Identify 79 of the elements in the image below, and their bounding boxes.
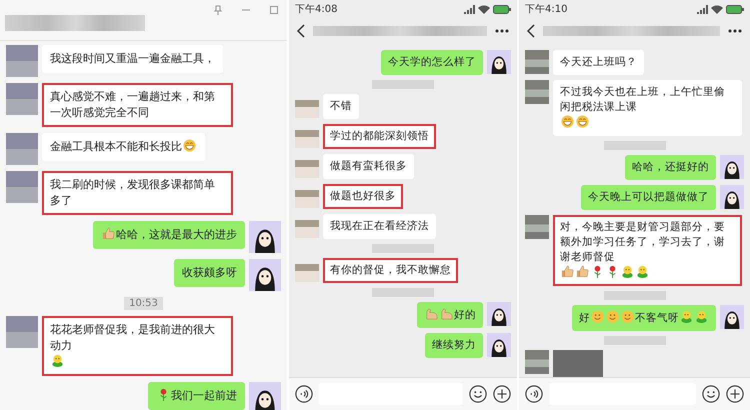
grin-emoji-icon xyxy=(561,115,574,128)
message-text: 不客气呀 xyxy=(635,311,679,326)
flexed-arm-icon xyxy=(440,307,453,320)
message-text: 不过我今天也在上班，上午忙里偷闲把税法课上课 xyxy=(560,85,726,115)
cartoon-avatar-icon[interactable] xyxy=(249,221,281,253)
message-text: 我这段时间又重温一遍金融工具， xyxy=(50,51,215,67)
message-text: 哈哈，这就是最大的进步 xyxy=(116,227,237,243)
cartoon-avatar-icon[interactable] xyxy=(720,155,744,179)
battery-icon xyxy=(493,4,511,14)
cartoon-avatar-icon[interactable] xyxy=(249,259,281,291)
message-text: 我二刷的时候，发现很多课都简单多了 xyxy=(50,177,216,209)
pin-icon[interactable] xyxy=(213,5,223,15)
message-text: 收获颇多呀 xyxy=(182,265,237,281)
message-text: 做题也好很多 xyxy=(330,189,396,204)
blurred-avatar[interactable] xyxy=(6,83,38,115)
cartoon-avatar-icon[interactable] xyxy=(487,302,511,326)
smiley-figure-icon xyxy=(51,354,64,367)
message-text: 做题有蛮耗很多 xyxy=(330,159,407,174)
maximize-icon[interactable] xyxy=(269,5,279,15)
blurred-avatar[interactable] xyxy=(6,45,38,77)
smile-emoji-icon xyxy=(591,310,604,323)
more-icon[interactable] xyxy=(495,29,509,33)
thumbs-up-icon xyxy=(576,265,589,278)
message-text: 我现在正在看经济法 xyxy=(330,219,429,234)
smiley-figure-icon xyxy=(680,310,693,323)
back-icon[interactable] xyxy=(527,24,535,38)
battery-icon xyxy=(726,4,744,14)
smiley-figure-icon xyxy=(695,310,708,323)
add-icon[interactable] xyxy=(726,385,744,403)
cartoon-avatar-icon[interactable] xyxy=(487,333,511,357)
blurred-avatar[interactable] xyxy=(525,50,549,74)
flexed-arm-icon xyxy=(425,307,438,320)
message-text: 继续努力 xyxy=(432,338,476,353)
emoji-icon[interactable] xyxy=(469,385,487,403)
message-text: 今天晚上可以把题做做了 xyxy=(588,190,709,205)
smiley-figure-icon xyxy=(636,265,649,278)
message-text: 有你的督促，我不敢懈怠 xyxy=(330,263,451,278)
wifi-icon xyxy=(711,4,723,14)
voice-icon[interactable] xyxy=(525,385,543,403)
message-text: 不错 xyxy=(330,99,352,114)
signal-icon xyxy=(463,4,475,14)
blurred-avatar[interactable] xyxy=(6,133,38,165)
message-text: 好 xyxy=(579,311,590,326)
blurred-avatar[interactable] xyxy=(525,80,549,104)
thumbs-up-icon xyxy=(561,265,574,278)
grin-emoji-icon xyxy=(576,115,589,128)
add-icon[interactable] xyxy=(493,385,511,403)
message-text: 对，今晚主要是财管习题部分，要额外加学习任务了，学习去了，谢谢老师督促 xyxy=(560,220,726,265)
smile-emoji-icon xyxy=(606,310,619,323)
wifi-icon xyxy=(478,4,490,14)
blurred-avatar[interactable] xyxy=(6,316,38,348)
message-text: 好的 xyxy=(454,308,476,323)
cartoon-avatar-icon[interactable] xyxy=(720,305,744,329)
status-time: 下午4:08 xyxy=(295,3,338,16)
smiley-figure-icon xyxy=(621,265,634,278)
blurred-avatar[interactable] xyxy=(6,171,38,203)
message-text: 金融工具根本不能和长投比 xyxy=(50,139,182,155)
timestamp: 10:53 xyxy=(124,297,163,310)
message-text: 学过的都能深刻领悟 xyxy=(330,129,429,144)
grin-emoji-icon xyxy=(183,139,196,152)
cartoon-avatar-icon[interactable] xyxy=(487,50,511,74)
thumbs-up-icon xyxy=(102,227,115,240)
message-text: 我们一起前进 xyxy=(171,388,237,404)
cartoon-avatar-icon[interactable] xyxy=(720,185,744,209)
smile-emoji-icon xyxy=(621,310,634,323)
message-text: 哈哈，还挺好的 xyxy=(632,160,709,175)
message-text: 今天学的怎么样了 xyxy=(388,55,476,70)
message-text: 今天还上班吗？ xyxy=(560,55,637,70)
back-icon[interactable] xyxy=(297,24,305,38)
emoji-icon[interactable] xyxy=(702,385,720,403)
more-icon[interactable] xyxy=(728,29,742,33)
blurred-avatar[interactable] xyxy=(525,215,549,239)
voice-icon[interactable] xyxy=(295,385,313,403)
message-text: 花花老师督促我，是我前进的很大动力 xyxy=(50,322,216,354)
blurred-avatar[interactable] xyxy=(525,350,549,374)
signal-icon xyxy=(696,4,708,14)
message-text: 真心感觉不难，一遍趟过来，和第一次听感觉完全不同 xyxy=(50,89,216,121)
cartoon-avatar-icon[interactable] xyxy=(249,382,281,410)
status-time: 下午4:10 xyxy=(525,3,568,16)
